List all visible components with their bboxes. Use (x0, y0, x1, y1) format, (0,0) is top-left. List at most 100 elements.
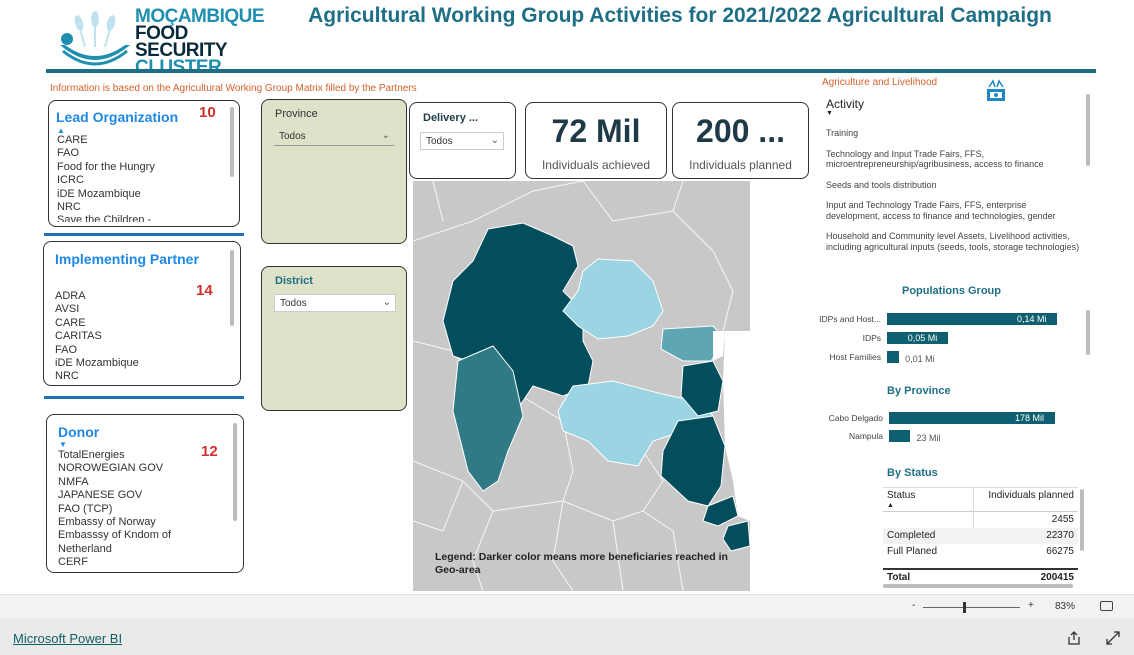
lead_org-item[interactable]: FAO (57, 147, 217, 160)
sort-down-icon[interactable]: ▼ (59, 440, 67, 449)
fullscreen-icon[interactable] (1105, 630, 1121, 651)
bar-label: Cabo Delgado (828, 413, 883, 423)
lead_org-item[interactable]: CARE (57, 134, 217, 147)
activity-item[interactable]: Input and Technology Trade Fairs, FFS, e… (826, 200, 1081, 221)
delivery-dropdown[interactable]: Todos ⌄ (420, 132, 504, 150)
share-icon[interactable] (1066, 630, 1082, 651)
populations-title: Populations Group (902, 285, 1001, 297)
impl_partner-item[interactable]: AVSI (55, 303, 205, 316)
zoom-thumb[interactable] (962, 602, 966, 613)
province-dropdown[interactable]: Todos ⌄ (274, 128, 394, 146)
donor-item[interactable]: TotalEnergies (58, 449, 208, 462)
total-value: 200415 (1040, 572, 1074, 583)
kpi-planned-value: 200 ... (696, 113, 785, 149)
info-note: Information is based on the Agricultural… (50, 83, 417, 94)
zoom-in-button[interactable]: + (1028, 600, 1034, 611)
donor-list: TotalEnergies NOROWEGIAN GOV NMFA JAPANESE … (58, 449, 208, 569)
money-icon (985, 79, 1007, 110)
lead_org-item[interactable]: NRC (57, 201, 217, 214)
activity-scrollbar[interactable] (1086, 94, 1090, 166)
title-divider (46, 69, 1096, 73)
lead-org-scrollbar[interactable] (230, 107, 234, 177)
activity-item[interactable]: Technology and Input Trade Fairs, FFS, m… (826, 149, 1081, 170)
donor-item[interactable]: NOROWEGIAN GOV (58, 462, 208, 475)
district-dropdown[interactable]: Todos ⌄ (274, 294, 396, 312)
kpi-achieved-value: 72 Mil (551, 113, 641, 149)
province-filter: Province Todos ⌄ (261, 99, 407, 244)
activity-list: Training Technology and Input Trade Fairs… (826, 128, 1081, 262)
lead_org-item[interactable]: iDE Mozambique (57, 188, 217, 201)
lead-org-slicer[interactable]: Lead Organization 10 ▲ CARE FAO Food for t… (48, 100, 240, 227)
donor-item[interactable]: Embasssy of Kndom of (58, 529, 208, 542)
activity-item[interactable]: Training (826, 128, 1081, 139)
impl_partner-item[interactable]: CARE (55, 317, 205, 330)
donor-item[interactable]: CERF (58, 556, 208, 569)
impl_partner-item[interactable]: FAO (55, 344, 205, 357)
chevron-down-icon: ⌄ (381, 130, 390, 141)
separator (44, 396, 244, 399)
powerbi-link[interactable]: Microsoft Power BI (13, 631, 122, 646)
planned-cell: 66275 (1046, 546, 1074, 557)
activity-item[interactable]: Household and Community level Assets, Li… (826, 231, 1081, 252)
delivery-filter: Delivery ... Todos ⌄ (409, 102, 516, 179)
total-row: Total 200415 (883, 568, 1078, 584)
donor-slicer[interactable]: Donor ▼ 12 TotalEnergies NOROWEGIAN GOV NM… (46, 414, 244, 573)
by-province-title: By Province (887, 385, 951, 397)
impl-partner-scrollbar[interactable] (230, 250, 234, 326)
zoom-slider[interactable] (923, 602, 1020, 613)
impl-partner-list: ADRA AVSI CARE CARITAS FAO iDE Mozambique NRC (55, 290, 205, 384)
province-value: Todos (279, 131, 306, 142)
bar-label: Nampula (848, 431, 883, 441)
sort-down-icon[interactable]: ▼ (826, 110, 833, 117)
wheat-bowl-icon (60, 11, 130, 66)
logo: MOÇAMBIQUE FOOD SECURITY CLUSTER (55, 5, 265, 77)
delivery-value: Todos (426, 136, 453, 147)
donor-item[interactable]: NMFA (58, 476, 208, 489)
table-row[interactable]: Completed 22370 (883, 528, 1078, 544)
table-v-scrollbar[interactable] (1080, 489, 1084, 551)
status-col-header[interactable]: Status (887, 490, 915, 501)
planned-col-header[interactable]: Individuals planned (988, 490, 1074, 501)
zoom-out-button[interactable]: - (912, 600, 915, 611)
lead_org-item[interactable]: Food for the Hungry (57, 161, 217, 174)
impl_partner-item[interactable]: CARITAS (55, 330, 205, 343)
bar-label: Host Families (829, 352, 881, 362)
donor-item[interactable]: Netherland (58, 543, 208, 556)
activity-title: Activity (826, 97, 865, 111)
table-h-scrollbar[interactable] (883, 584, 1073, 588)
fit-page-icon[interactable] (1100, 601, 1113, 611)
district-filter: District Todos ⌄ (261, 266, 407, 411)
table-row[interactable]: Full Planed 66275 (883, 544, 1078, 560)
district-value: Todos (280, 298, 307, 309)
by-status-title: By Status (887, 467, 938, 479)
by-province-chart[interactable]: Cabo Delgado 178 Mil Nampula 23 Mil (815, 412, 1075, 452)
donor-scrollbar[interactable] (233, 423, 237, 521)
planned-cell: 2455 (1051, 514, 1074, 525)
bar-label: IDPs (862, 333, 881, 343)
map-visual[interactable]: Legend: Darker color means more benefici… (413, 181, 750, 591)
zoom-level: 83% (1055, 601, 1076, 612)
donor-item[interactable]: JAPANESE GOV (58, 489, 208, 502)
bar-value-label: 0,05 Mi (907, 333, 938, 343)
impl_partner-item[interactable]: ADRA (55, 290, 205, 303)
choropleth-map[interactable] (413, 181, 750, 591)
lead_org-item[interactable]: ICRC (57, 174, 217, 187)
donor-item[interactable]: Embassy of Norway (58, 516, 208, 529)
impl_partner-item[interactable]: NRC (55, 370, 205, 383)
populations-scrollbar[interactable] (1086, 310, 1090, 355)
bar[interactable] (889, 430, 911, 442)
bar-value-label: 23 Mil (916, 433, 941, 443)
bar[interactable] (887, 351, 900, 363)
report-page: MOÇAMBIQUE FOOD SECURITY CLUSTER Agricul… (0, 0, 1134, 655)
impl-partner-slicer[interactable]: Implementing Partner 14 ADRA AVSI CARE CARI… (43, 241, 241, 386)
populations-chart[interactable]: IDPs and Host... 0,14 Mi IDPs 0,05 Mi Host F… (815, 313, 1075, 373)
impl_partner-item[interactable]: iDE Mozambique (55, 357, 205, 370)
donor-item[interactable]: FAO (TCP) (58, 503, 208, 516)
table-row[interactable]: 2455 (883, 512, 1078, 528)
kpi-achieved-label: Individuals achieved (541, 158, 651, 172)
lead_org-item[interactable]: Save the Children - (57, 214, 217, 222)
sort-up-icon[interactable]: ▲ (887, 502, 894, 509)
province-label: Province (275, 108, 318, 120)
bar-value-label: 178 Mil (1015, 413, 1045, 423)
activity-item[interactable]: Seeds and tools distribution (826, 180, 1081, 191)
